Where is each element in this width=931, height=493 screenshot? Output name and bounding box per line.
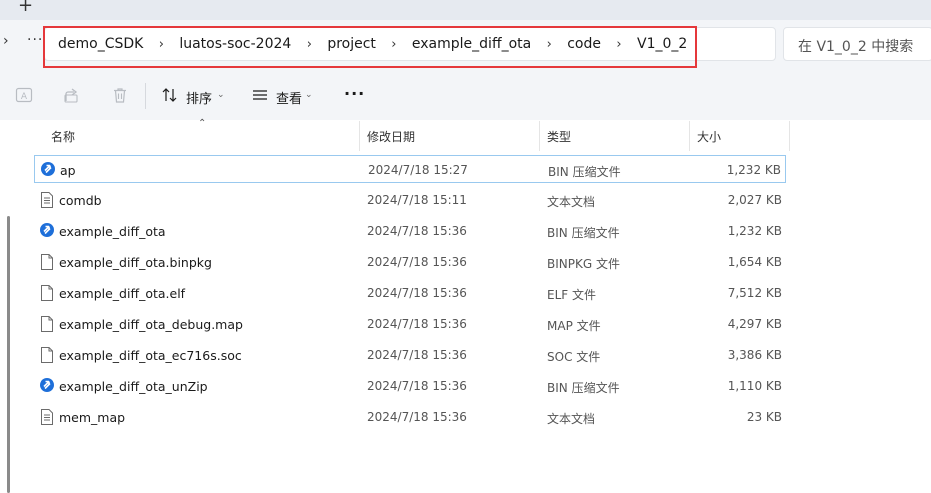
file-modified-date: 2024/7/18 15:36: [367, 224, 467, 238]
file-modified-date: 2024/7/18 15:36: [367, 317, 467, 331]
file-name: example_diff_ota.binpkg: [59, 255, 212, 270]
file-name: example_diff_ota_unZip: [59, 379, 208, 394]
file-row[interactable]: ap 2024/7/18 15:27 BIN 压缩文件 1,232 KB: [34, 155, 786, 183]
file-name: example_diff_ota.elf: [59, 286, 186, 301]
file-row[interactable]: example_diff_ota_debug.map 2024/7/18 15:3…: [34, 310, 786, 338]
file-name: example_diff_ota_debug.map: [59, 317, 243, 332]
search-input[interactable]: 在 V1_0_2 中搜索: [798, 36, 913, 56]
file-type: BIN 压缩文件: [548, 165, 621, 179]
file-size: 1,232 KB: [727, 224, 782, 238]
file-modified-date: 2024/7/18 15:36: [367, 348, 467, 362]
view-icon[interactable]: [251, 86, 269, 104]
rename-icon[interactable]: A: [15, 86, 33, 104]
file-size: 7,512 KB: [727, 286, 782, 300]
file-type: BIN 压缩文件: [547, 226, 620, 240]
text-document-icon: [39, 408, 55, 426]
column-divider[interactable]: [689, 121, 690, 151]
file-row[interactable]: mem_map 2024/7/18 15:36 文本文档 23 KB: [34, 403, 786, 431]
blank-file-icon: [39, 346, 55, 364]
file-size: 4,297 KB: [727, 317, 782, 331]
svg-text:A: A: [21, 92, 28, 102]
file-row[interactable]: comdb 2024/7/18 15:11 文本文档 2,027 KB: [34, 186, 786, 214]
file-name: example_diff_ota: [59, 224, 166, 239]
column-header-type[interactable]: 类型: [547, 128, 571, 145]
file-modified-date: 2024/7/18 15:27: [368, 163, 468, 177]
chevron-down-icon[interactable]: ⌄: [305, 90, 313, 100]
file-modified-date: 2024/7/18 15:11: [367, 193, 467, 207]
file-type: SOC 文件: [547, 350, 601, 364]
file-size: 23 KB: [746, 410, 782, 424]
file-type: MAP 文件: [547, 319, 601, 333]
blank-file-icon: [39, 284, 55, 302]
file-name: example_diff_ota_ec716s.soc: [59, 348, 242, 363]
file-modified-date: 2024/7/18 15:36: [367, 379, 467, 393]
bin-archive-icon: [39, 222, 55, 240]
file-name: mem_map: [59, 410, 126, 425]
file-row[interactable]: example_diff_ota 2024/7/18 15:36 BIN 压缩文件 1…: [34, 217, 786, 245]
annotation-highlight-box: [43, 26, 697, 68]
file-type: BIN 压缩文件: [547, 381, 620, 395]
column-divider[interactable]: [539, 121, 540, 151]
file-size: 1,654 KB: [727, 255, 782, 269]
file-row[interactable]: example_diff_ota.binpkg 2024/7/18 15:36 BI…: [34, 248, 786, 276]
sort-ascending-icon: ⌃: [198, 118, 207, 129]
column-header-modified[interactable]: 修改日期: [367, 128, 415, 145]
sort-icon[interactable]: [161, 86, 179, 104]
column-divider[interactable]: [359, 121, 360, 151]
sort-button[interactable]: 排序: [186, 88, 212, 107]
file-size: 3,386 KB: [727, 348, 782, 362]
column-header-name[interactable]: 名称: [51, 128, 75, 145]
file-row[interactable]: example_diff_ota.elf 2024/7/18 15:36 ELF 文…: [34, 279, 786, 307]
toolbar-divider: [145, 83, 146, 109]
file-modified-date: 2024/7/18 15:36: [367, 255, 467, 269]
more-options-button[interactable]: ···: [344, 84, 365, 103]
view-button[interactable]: 查看: [276, 88, 302, 107]
file-size: 2,027 KB: [727, 193, 782, 207]
file-row[interactable]: example_diff_ota_unZip 2024/7/18 15:36 BIN…: [34, 372, 786, 400]
file-type: 文本文档: [547, 412, 596, 426]
file-name: comdb: [59, 193, 102, 208]
file-name: ap: [60, 163, 76, 178]
file-type: BINPKG 文件: [547, 257, 620, 271]
file-size: 1,232 KB: [726, 163, 781, 177]
text-document-icon: [39, 191, 55, 209]
column-divider[interactable]: [789, 121, 790, 151]
share-icon[interactable]: [63, 86, 81, 104]
blank-file-icon: [39, 253, 55, 271]
file-type: 文本文档: [547, 195, 596, 209]
chevron-down-icon[interactable]: ⌄: [217, 90, 225, 100]
new-tab-button[interactable]: +: [18, 0, 33, 16]
bin-archive-icon: [40, 161, 56, 179]
column-header-size[interactable]: 大小: [697, 128, 721, 145]
file-modified-date: 2024/7/18 15:36: [367, 286, 467, 300]
chevron-right-icon[interactable]: ›: [3, 33, 9, 49]
delete-icon[interactable]: [111, 86, 129, 104]
command-bar: A 排序 ⌄ 查看 ⌄ ···: [0, 70, 931, 120]
tab-strip: +: [0, 0, 931, 20]
breadcrumb-overflow-button[interactable]: ···: [27, 32, 43, 48]
bin-archive-icon: [39, 377, 55, 395]
address-bar-row: › ··· demo_CSDK › luatos-soc-2024 › proj…: [0, 20, 931, 70]
file-type: ELF 文件: [547, 288, 596, 302]
scrollbar[interactable]: [7, 216, 10, 493]
file-row[interactable]: example_diff_ota_ec716s.soc 2024/7/18 15:…: [34, 341, 786, 369]
file-size: 1,110 KB: [727, 379, 782, 393]
file-modified-date: 2024/7/18 15:36: [367, 410, 467, 424]
blank-file-icon: [39, 315, 55, 333]
